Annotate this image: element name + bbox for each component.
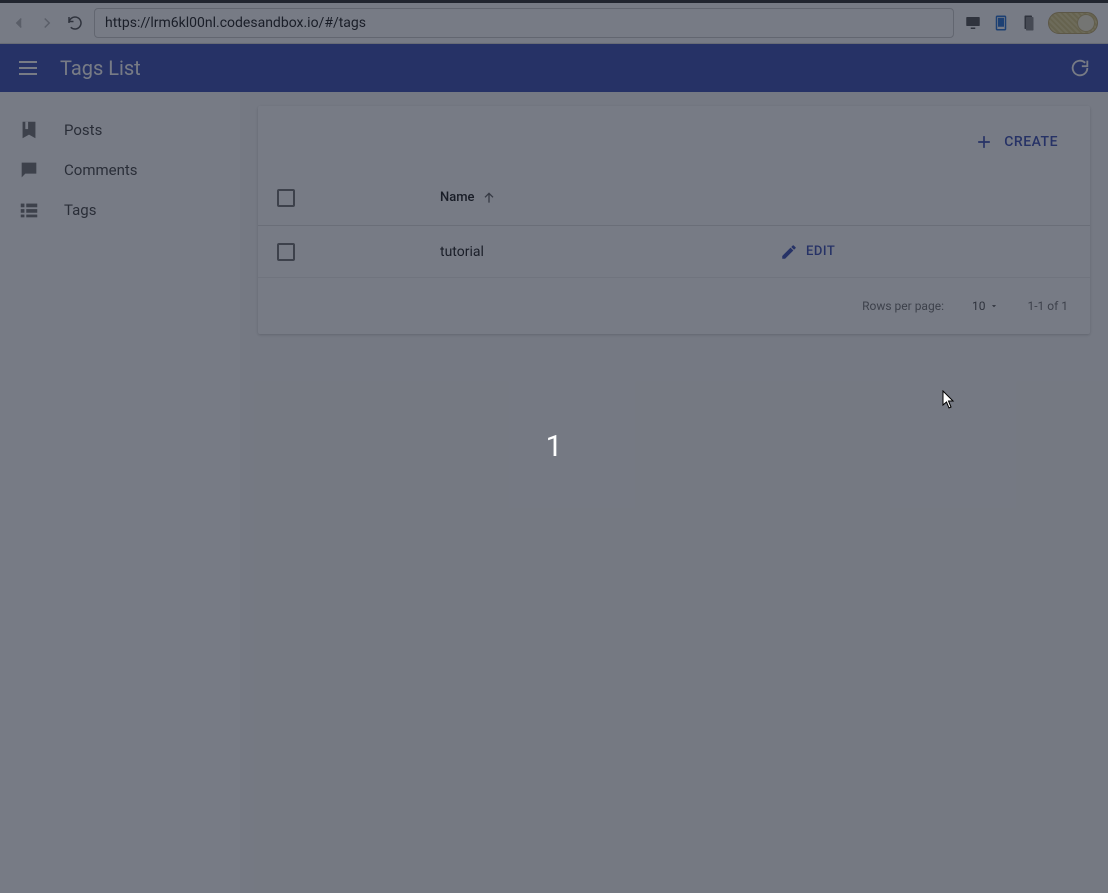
url-bar[interactable]: https://lrm6kl00nl.codesandbox.io/#/tags (94, 8, 954, 38)
nav-reload-button[interactable] (66, 14, 84, 32)
device-tablet-icon[interactable] (992, 14, 1010, 32)
list-icon (18, 199, 40, 221)
device-desktop-icon[interactable] (964, 14, 982, 32)
sidebar-item-label: Tags (64, 201, 96, 219)
sidebar-item-comments[interactable]: Comments (0, 150, 240, 190)
refresh-icon (1069, 57, 1091, 79)
edit-button-label: EDIT (806, 244, 835, 259)
plus-icon (974, 132, 994, 152)
row-checkbox-cell (258, 243, 314, 261)
rows-per-page-value: 10 (972, 299, 986, 313)
list-card: CREATE Name (258, 106, 1090, 334)
sidebar-item-label: Posts (64, 121, 102, 139)
menu-button[interactable] (16, 56, 40, 80)
row-name-value: tutorial (440, 244, 484, 260)
hamburger-icon (16, 56, 40, 80)
content-area: CREATE Name (240, 92, 1108, 893)
column-header-name[interactable]: Name (314, 190, 770, 206)
edit-button[interactable]: EDIT (780, 243, 1090, 261)
table-header: Name (258, 170, 1090, 226)
sidebar-item-posts[interactable]: Posts (0, 110, 240, 150)
row-checkbox[interactable] (277, 243, 295, 261)
pagination-range: 1-1 of 1 (1027, 299, 1068, 313)
chevron-left-icon (10, 14, 28, 32)
rows-per-page-select[interactable]: 10 (972, 299, 1000, 313)
bookmark-icon (18, 119, 40, 141)
url-text: https://lrm6kl00nl.codesandbox.io/#/tags (105, 15, 366, 31)
pencil-icon (780, 243, 798, 261)
chat-icon (18, 159, 40, 181)
nav-back-button[interactable] (10, 14, 28, 32)
caret-down-icon (989, 301, 999, 311)
row-name-cell: tutorial (314, 244, 770, 260)
sidebar: Posts Comments Tags (0, 92, 240, 893)
app-refresh-button[interactable] (1068, 56, 1092, 80)
reload-icon (66, 14, 84, 32)
app-bar: Tags List (0, 44, 1108, 92)
app-root: Tags List Posts Comments (0, 44, 1108, 893)
create-button[interactable]: CREATE (966, 126, 1066, 158)
header-checkbox-cell (258, 189, 314, 207)
arrow-up-icon (481, 190, 497, 206)
toggle-knob (1077, 14, 1095, 32)
row-actions-cell: EDIT (770, 243, 1090, 261)
app-layout: Posts Comments Tags CREATE (0, 92, 1108, 893)
pagination: Rows per page: 10 1-1 of 1 (258, 278, 1090, 334)
browser-toolbar: https://lrm6kl00nl.codesandbox.io/#/tags (0, 0, 1108, 44)
preview-toggle[interactable] (1048, 12, 1098, 34)
sidebar-item-label: Comments (64, 161, 138, 179)
chevron-right-icon (38, 14, 56, 32)
browser-right-controls (964, 12, 1098, 34)
device-mobile-icon[interactable] (1020, 14, 1038, 32)
select-all-checkbox[interactable] (277, 189, 295, 207)
sidebar-item-tags[interactable]: Tags (0, 190, 240, 230)
create-button-label: CREATE (1004, 134, 1058, 150)
table-row[interactable]: tutorial EDIT (258, 226, 1090, 278)
page-title: Tags List (60, 56, 1068, 80)
nav-forward-button[interactable] (38, 14, 56, 32)
rows-per-page-label: Rows per page: (862, 299, 944, 313)
column-header-name-label: Name (440, 190, 475, 205)
card-actions: CREATE (258, 106, 1090, 170)
